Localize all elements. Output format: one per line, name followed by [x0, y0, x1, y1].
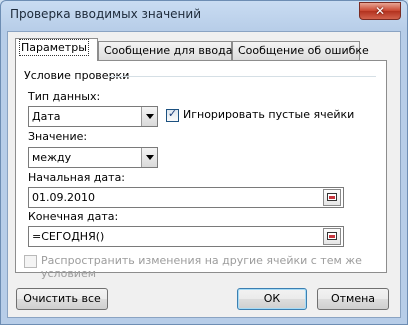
chevron-down-icon[interactable] — [141, 107, 157, 126]
tab-input-message-label: Сообщение для ввода — [104, 44, 233, 57]
title-bar[interactable]: Проверка вводимых значений ✕ — [1, 1, 407, 31]
checkmark-icon: ✓ — [167, 107, 178, 120]
condition-value: между — [32, 151, 72, 164]
window-title: Проверка вводимых значений — [10, 7, 201, 21]
group-divider — [108, 76, 376, 77]
condition-label: Значение: — [28, 130, 88, 143]
tab-error-alert-label: Сообщение об ошибке — [238, 44, 369, 57]
end-date-input[interactable]: =СЕГОДНЯ() — [28, 226, 344, 247]
chevron-down-icon[interactable] — [141, 148, 157, 167]
close-icon: ✕ — [374, 4, 386, 18]
start-date-label: Начальная дата: — [28, 171, 126, 184]
data-type-select[interactable]: Дата — [28, 106, 158, 127]
tab-parameters-label: Параметры — [19, 39, 89, 56]
condition-select[interactable]: между — [28, 147, 158, 168]
validation-dialog: Проверка вводимых значений ✕ Параметры С… — [0, 0, 408, 325]
range-collapse-icon[interactable] — [323, 189, 341, 206]
start-date-input[interactable]: 01.09.2010 — [28, 187, 344, 208]
cancel-button[interactable]: Отмена — [317, 288, 389, 310]
tab-input-message[interactable]: Сообщение для ввода — [98, 41, 232, 60]
dialog-body: Параметры Сообщение для ввода Сообщение … — [7, 31, 401, 318]
start-date-value: 01.09.2010 — [32, 191, 95, 204]
clear-all-button[interactable]: Очистить все — [16, 288, 108, 310]
end-date-label: Конечная дата: — [28, 210, 119, 223]
data-type-label: Тип данных: — [28, 90, 101, 103]
ignore-blank-label[interactable]: Игнорировать пустые ячейки — [183, 108, 354, 121]
tab-error-alert[interactable]: Сообщение об ошибке — [232, 41, 369, 60]
close-button[interactable]: ✕ — [359, 2, 401, 20]
ok-button[interactable]: ОК — [237, 288, 307, 310]
apply-all-label[interactable]: Распространить изменения на другие ячейк… — [41, 254, 400, 280]
data-type-value: Дата — [32, 110, 61, 123]
end-date-value: =СЕГОДНЯ() — [32, 230, 105, 243]
ignore-blank-checkbox[interactable]: ✓ — [166, 107, 179, 122]
range-collapse-icon[interactable] — [323, 228, 341, 245]
tab-parameters[interactable]: Параметры — [15, 38, 98, 61]
apply-all-checkbox[interactable] — [24, 255, 37, 268]
